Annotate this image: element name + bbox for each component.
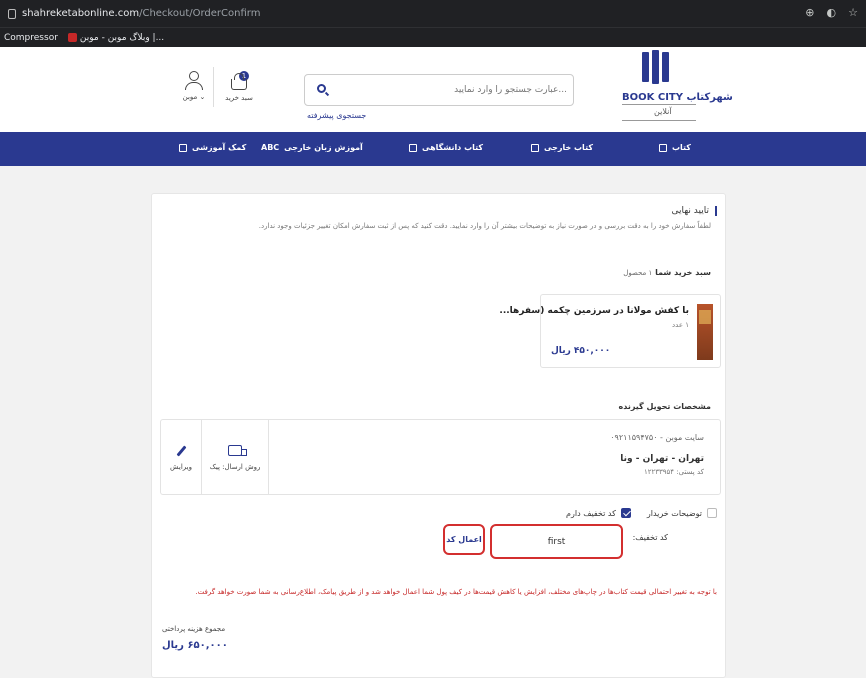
star-icon[interactable]: ☆ [848,6,858,19]
header-divider [213,67,214,107]
shipping-method-label: روش ارسال: پیک [209,463,261,471]
shipping-method-button[interactable]: روش ارسال: پیک [201,420,269,494]
buyer-notes-checkbox[interactable]: توضیحات خریدار [647,508,717,518]
user-icon [189,71,199,81]
receiver-address: تهران - تهران - ونا [620,454,704,464]
bookmark-compressor[interactable]: Compressor [4,33,58,43]
checkbox-unchecked-icon[interactable] [707,508,717,518]
cart-button[interactable]: 1 سبد خرید [222,71,256,111]
bookmarks-bar: Compressor وبلاگ موبن - موبن |... [0,27,866,47]
cart-label: سبد خرید [225,94,253,102]
edit-label: ویرایش [169,463,192,471]
discount-code-label: کد تخفیف: [632,533,668,542]
total-label: مجموع هزینه پرداختی [162,625,226,633]
receiver-info: سایت موبن - ۰۹۲۱۱۵۹۴۷۵۰ تهران - تهران - … [268,420,720,494]
has-discount-checkbox[interactable]: کد تخفیف دارم [566,508,631,518]
logo-subtitle: آنلاین [654,107,672,116]
basket-icon [231,73,247,90]
site-logo[interactable]: BOOK CITY شهرکتاب آنلاین [620,50,733,122]
nav-item-university-books[interactable]: کتاب دانشگاهی [409,143,483,152]
zoom-icon[interactable]: ⊕ [805,6,814,19]
bookmark-blog[interactable]: وبلاگ موبن - موبن |... [67,32,164,43]
university-icon [409,143,417,152]
cart-product-count: ۱ محصول [623,269,653,277]
options-row: توضیحات خریدار کد تخفیف دارم [566,508,717,518]
chevron-down-icon: ⌄ [199,93,206,101]
url-text[interactable]: shahreketabonline.com/Checkout/OrderConf… [22,8,260,19]
total-value: ۶۵۰,۰۰۰ ریال [162,640,228,651]
page-title: تایید نهایی [672,206,717,216]
edit-receiver-button[interactable]: ویرایش [161,420,201,494]
abc-icon: ABC [261,143,280,152]
lock-icon [8,8,16,19]
nav-item-education[interactable]: کمک آموزشی [179,143,246,152]
browser-address-bar[interactable]: shahreketabonline.com/Checkout/OrderConf… [0,0,866,27]
truck-icon [228,445,247,456]
book-icon [659,143,667,152]
advanced-search-link[interactable]: جستجوی پیشرفته [307,111,366,120]
pencil-icon [175,445,187,457]
nav-item-language-learning[interactable]: ABC آموزش زبان خارجی [261,143,363,152]
product-qty: ۱ عدد [672,321,689,329]
main-nav: کتاب کتاب خارجی کتاب دانشگاهی ABC آموزش … [0,132,866,166]
education-icon [179,143,187,152]
search-icon[interactable] [317,84,326,93]
product-card[interactable]: با کفش مولانا در سرزمین چکمه (سفرها... ۱… [499,294,721,368]
page-description: لطفاً سفارش خود را به دقت بررسی و در صور… [258,222,711,230]
checkbox-checked-icon[interactable] [620,508,631,518]
browser-icons: ⊕ ◐ ☆ [805,6,858,19]
user-menu-button[interactable]: موبن ⌄ [178,71,210,111]
apply-discount-button[interactable]: اعمال کد [443,524,485,555]
search-box [304,74,574,106]
cart-section-title: سبد خرید شما ۱ محصول [623,268,711,277]
discount-code-field [490,524,623,559]
product-name: با کفش مولانا در سرزمین چکمه (سفرها... [499,306,689,316]
logo-title: BOOK CITY شهرکتاب [622,92,733,103]
favicon-icon [67,32,77,42]
book-cover-image [697,304,713,360]
receiver-postal-code: کد پستی: ۱۲۲۳۳۹۵۴ [643,468,704,476]
order-confirm-card: تایید نهایی لطفاً سفارش خود را به دقت بر… [151,193,726,678]
nav-item-foreign-books[interactable]: کتاب خارجی [531,143,593,152]
receiver-box: سایت موبن - ۰۹۲۱۱۵۹۴۷۵۰ تهران - تهران - … [160,419,721,495]
site-header: BOOK CITY شهرکتاب آنلاین جستجوی پیشرفته … [0,47,866,132]
price-change-warning: با توجه به تغییر احتمالی قیمت کتاب‌ها در… [195,588,717,596]
product-price: ۴۵۰,۰۰۰ ریال [551,346,611,356]
receiver-phone: سایت موبن - ۰۹۲۱۱۵۹۴۷۵۰ [610,433,704,442]
eye-off-icon[interactable]: ◐ [827,6,837,19]
foreign-book-icon [531,143,539,152]
user-label: موبن ⌄ [182,93,206,101]
receiver-section-title: مشخصات تحویل گیرنده [618,402,711,411]
discount-code-input[interactable] [492,526,621,557]
search-input[interactable] [337,75,567,105]
logo-bars-icon [642,50,669,84]
nav-item-books[interactable]: کتاب [659,143,691,152]
